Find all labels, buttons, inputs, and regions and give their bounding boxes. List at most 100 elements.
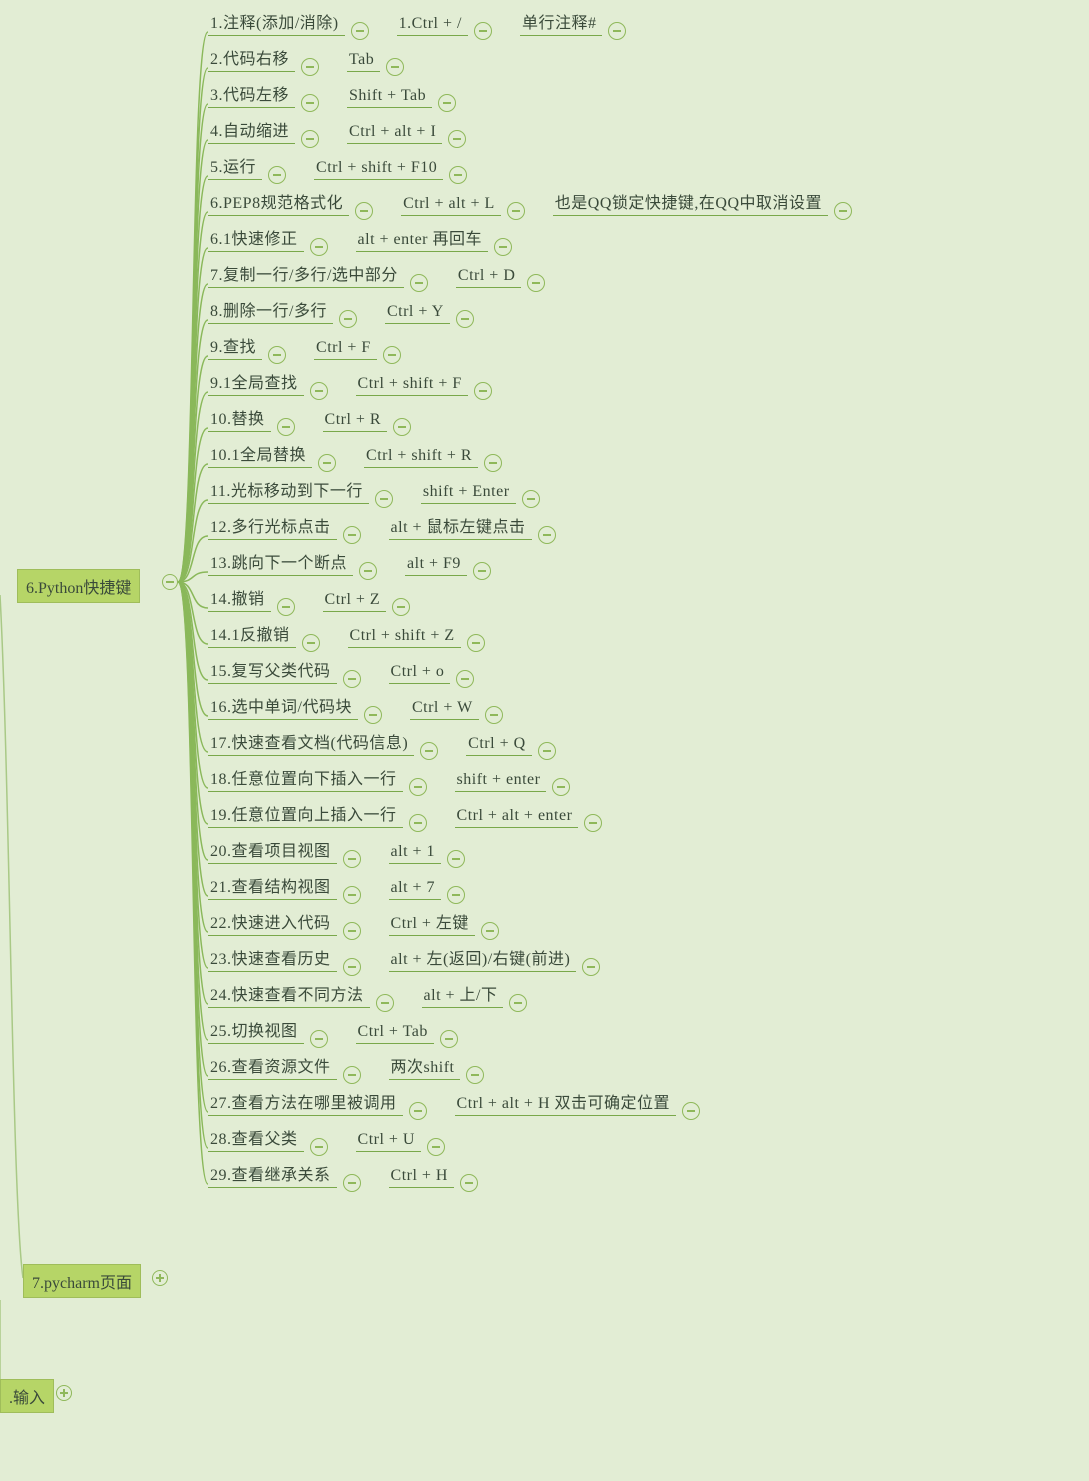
row-title: 8.删除一行/多行 (208, 297, 333, 324)
row-shortcut: Ctrl + R (323, 411, 388, 432)
row-title: 9.1全局查找 (208, 369, 304, 396)
root-node-python-shortcuts[interactable]: 6.Python快捷键 (17, 569, 140, 603)
row-title: 14.撤销 (208, 585, 271, 612)
mindmap-row[interactable]: 27.查看方法在哪里被调用 Ctrl + alt + H 双击可确定位置 (208, 1080, 710, 1116)
mindmap-row[interactable]: 2.代码右移 Tab (208, 36, 414, 72)
row-title: 22.快速进入代码 (208, 909, 337, 936)
node-input-label: .输入 (9, 1390, 45, 1407)
collapse-icon[interactable] (682, 1102, 700, 1120)
collapse-icon[interactable] (582, 958, 600, 976)
row-shortcut: alt + enter 再回车 (356, 225, 489, 252)
mindmap-row[interactable]: 6.PEP8规范格式化Ctrl + alt + L也是QQ锁定快捷键,在QQ中取… (208, 180, 862, 216)
row-shortcut: Ctrl + shift + R (364, 447, 478, 468)
row-title: 23.快速查看历史 (208, 945, 337, 972)
row-title: 18.任意位置向下插入一行 (208, 765, 403, 792)
expand-icon[interactable] (152, 1270, 168, 1286)
mindmap-row[interactable]: 14.1反撤销Ctrl + shift + Z (208, 612, 495, 648)
mindmap-row[interactable]: 26.查看资源文件两次shift (208, 1044, 494, 1080)
row-shortcut: Ctrl + alt + enter (455, 807, 579, 828)
row-title: 12.多行光标点击 (208, 513, 337, 540)
row-shortcut: Ctrl + alt + H 双击可确定位置 (455, 1089, 677, 1116)
mindmap-row[interactable]: 7.复制一行/多行/选中部分Ctrl + D (208, 252, 555, 288)
row-shortcut: 单行注释# (520, 9, 603, 36)
mindmap-row[interactable]: 12.多行光标点击 alt + 鼠标左键点击 (208, 504, 566, 540)
row-shortcut: alt + 7 (389, 879, 442, 900)
row-title: 16.选中单词/代码块 (208, 693, 358, 720)
row-title: 4.自动缩进 (208, 117, 295, 144)
collapse-icon[interactable] (584, 814, 602, 832)
collapse-icon[interactable] (460, 1174, 478, 1192)
mindmap-row[interactable]: 8.删除一行/多行Ctrl + Y (208, 288, 484, 324)
mindmap-row[interactable]: 29.查看继承关系Ctrl + H (208, 1152, 488, 1188)
collapse-icon[interactable] (527, 274, 545, 292)
mindmap-row[interactable]: 1.注释(添加/消除) 1.Ctrl + / 单行注释# (208, 0, 636, 36)
mindmap-row[interactable]: 24.快速查看不同方法alt + 上/下 (208, 972, 537, 1008)
row-title: 27.查看方法在哪里被调用 (208, 1089, 403, 1116)
mindmap-row[interactable]: 10.替换Ctrl + R (208, 396, 421, 432)
row-title: 6.1快速修正 (208, 225, 304, 252)
mindmap-row[interactable]: 3.代码左移Shift + Tab (208, 72, 466, 108)
row-shortcut: shift + Enter (421, 483, 516, 504)
row-shortcut: Tab (347, 51, 380, 72)
row-shortcut: Ctrl + shift + F (356, 375, 468, 396)
mindmap-row[interactable]: 6.1快速修正 alt + enter 再回车 (208, 216, 522, 252)
row-shortcut: 也是QQ锁定快捷键,在QQ中取消设置 (553, 189, 828, 216)
expand-icon[interactable] (56, 1385, 72, 1401)
collapse-icon[interactable] (474, 22, 492, 40)
row-shortcut: Ctrl + 左键 (389, 909, 475, 936)
row-title: 2.代码右移 (208, 45, 295, 72)
mindmap-row[interactable]: 19.任意位置向上插入一行 Ctrl + alt + enter (208, 792, 612, 828)
collapse-icon[interactable] (456, 310, 474, 328)
row-shortcut: Ctrl + D (456, 267, 521, 288)
mindmap-row[interactable]: 9.1全局查找 Ctrl + shift + F (208, 360, 502, 396)
row-title: 10.1全局替换 (208, 441, 312, 468)
node-pycharm-page[interactable]: 7.pycharm页面 (23, 1264, 141, 1298)
collapse-icon[interactable] (473, 562, 491, 580)
row-title: 15.复写父类代码 (208, 657, 337, 684)
mindmap-row[interactable]: 18.任意位置向下插入一行shift + enter (208, 756, 580, 792)
mindmap-row[interactable]: 16.选中单词/代码块 Ctrl + W (208, 684, 513, 720)
mindmap-row[interactable]: 14.撤销 Ctrl + Z (208, 576, 420, 612)
row-shortcut: Ctrl + alt + L (401, 195, 501, 216)
collapse-icon[interactable] (538, 526, 556, 544)
mindmap-row[interactable]: 5.运行 Ctrl + shift + F10 (208, 144, 477, 180)
collapse-icon[interactable] (343, 1174, 361, 1192)
collapse-icon[interactable] (608, 22, 626, 40)
mindmap-row[interactable]: 17.快速查看文档(代码信息) Ctrl + Q (208, 720, 566, 756)
row-shortcut: Ctrl + W (410, 699, 479, 720)
row-title: 17.快速查看文档(代码信息) (208, 729, 414, 756)
row-shortcut: alt + 左(返回)/右键(前进) (389, 945, 577, 972)
row-title: 3.代码左移 (208, 81, 295, 108)
mindmap-row[interactable]: 23.快速查看历史 alt + 左(返回)/右键(前进) (208, 936, 610, 972)
row-shortcut: 1.Ctrl + / (397, 15, 468, 36)
mindmap-row[interactable]: 15.复写父类代码Ctrl + o (208, 648, 484, 684)
row-shortcut: Ctrl + shift + Z (348, 627, 461, 648)
row-shortcut: Ctrl + shift + F10 (314, 159, 443, 180)
row-shortcut: Ctrl + H (389, 1167, 454, 1188)
row-shortcut: alt + 鼠标左键点击 (389, 513, 532, 540)
row-shortcut: Ctrl + Q (466, 735, 531, 756)
collapse-icon[interactable] (834, 202, 852, 220)
row-shortcut: Ctrl + Z (323, 591, 387, 612)
mindmap-row[interactable]: 25.切换视图Ctrl + Tab (208, 1008, 468, 1044)
mindmap-row[interactable]: 21.查看结构视图alt + 7 (208, 864, 475, 900)
row-title: 28.查看父类 (208, 1125, 304, 1152)
mindmap-row[interactable]: 4.自动缩进Ctrl + alt + I (208, 108, 476, 144)
row-title: 19.任意位置向上插入一行 (208, 801, 403, 828)
collapse-icon[interactable] (474, 382, 492, 400)
mindmap-row[interactable]: 9.查找Ctrl + F (208, 324, 411, 360)
mindmap-row[interactable]: 28.查看父类Ctrl + U (208, 1116, 455, 1152)
collapse-icon[interactable] (162, 574, 178, 590)
root-node-label: 6.Python快捷键 (26, 580, 131, 597)
mindmap-row[interactable]: 10.1全局替换 Ctrl + shift + R (208, 432, 512, 468)
row-title: 1.注释(添加/消除) (208, 9, 345, 36)
mindmap-row[interactable]: 13.跳向下一个断点alt + F9 (208, 540, 501, 576)
collapse-icon[interactable] (509, 994, 527, 1012)
mindmap-row[interactable]: 22.快速进入代码 Ctrl + 左键 (208, 900, 509, 936)
row-title: 13.跳向下一个断点 (208, 549, 353, 576)
mindmap-row[interactable]: 20.查看项目视图alt + 1 (208, 828, 475, 864)
row-shortcut: Ctrl + F (314, 339, 377, 360)
node-input[interactable]: .输入 (0, 1379, 54, 1413)
mindmap-row[interactable]: 11.光标移动到下一行shift + Enter (208, 468, 550, 504)
row-title: 5.运行 (208, 153, 262, 180)
